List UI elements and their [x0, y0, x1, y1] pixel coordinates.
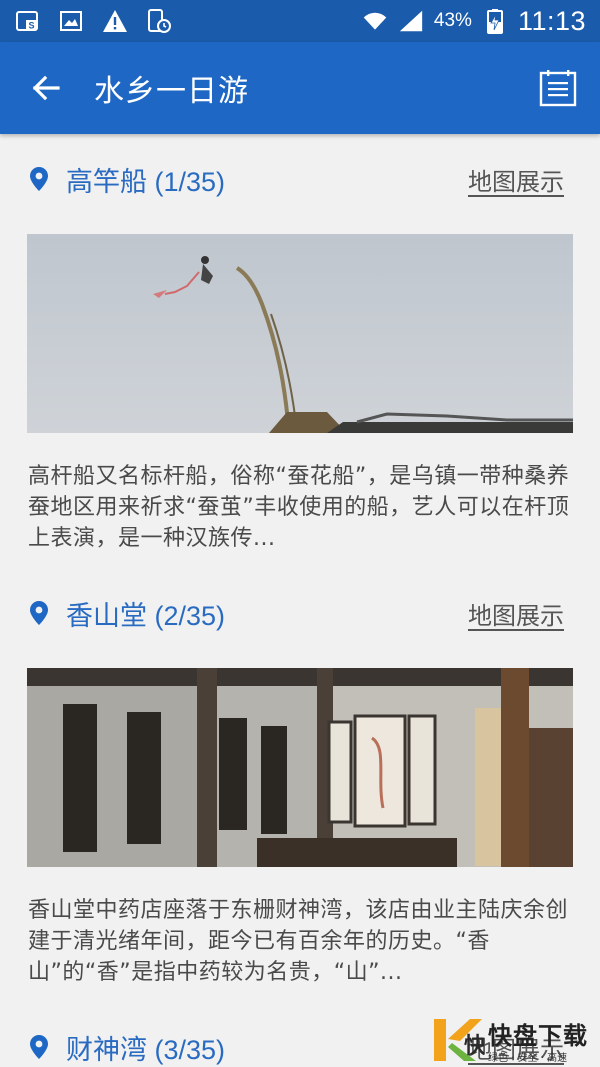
svg-text:快: 快 — [464, 1034, 484, 1059]
location-pin-icon — [30, 1034, 50, 1060]
location-pin-icon — [30, 600, 50, 626]
scenic-list[interactable]: 高竿船 (1/35) 地图展示 高杆船又名标杆船，俗称“蚕花船”，是乌镇一带种桑… — [0, 134, 600, 1067]
battery-percent: 43% — [433, 10, 472, 31]
pole-boat-image — [27, 234, 573, 433]
arrow-left-icon — [32, 75, 60, 101]
item-title: 香山堂 (2/35) — [66, 600, 226, 631]
back-button[interactable] — [18, 60, 74, 116]
logo-k-icon: 快 — [434, 1018, 484, 1061]
status-bar: S 43% 11:13 — [0, 0, 600, 42]
page-title: 水乡一日游 — [94, 74, 249, 109]
list-icon — [539, 70, 577, 107]
logo-text: 快盘下载 — [488, 1021, 588, 1050]
item-header: 高竿船 (1/35) 地图展示 — [0, 134, 600, 224]
watermark-logo: 快 快盘下载 绿色 · 安全 · 高速 — [430, 1012, 598, 1067]
item-title: 财神湾 (3/35) — [66, 1034, 226, 1065]
list-item[interactable]: 香山堂 (2/35) 地图展示 香山堂中药店座落于东栅财神湾，该店由业主陆庆余创… — [0, 568, 600, 988]
map-view-link[interactable]: 地图展示 — [468, 596, 564, 631]
item-header: 香山堂 (2/35) 地图展示 — [0, 568, 600, 658]
herbal-shop-image — [27, 668, 573, 867]
item-title: 高竿船 (1/35) — [66, 166, 226, 197]
item-description: 高杆船又名标杆船，俗称“蚕花船”，是乌镇一带种桑养蚕地区用来祈求“蚕茧”丰收使用… — [28, 464, 570, 551]
battery-charging-icon — [482, 8, 508, 34]
item-description: 香山堂中药店座落于东栅财神湾，该店由业主陆庆余创建于清光绪年间，距今已有百余年的… — [28, 898, 569, 985]
svg-text:S: S — [28, 21, 34, 31]
scenic-photo[interactable] — [27, 668, 573, 867]
signal-icon — [398, 8, 424, 34]
logo-slogan: 绿色 · 安全 · 高速 — [488, 1052, 568, 1064]
list-item[interactable]: 高竿船 (1/35) 地图展示 高杆船又名标杆船，俗称“蚕花船”，是乌镇一带种桑… — [0, 134, 600, 554]
map-view-link[interactable]: 地图展示 — [468, 162, 564, 197]
app-bar: 水乡一日游 — [0, 42, 600, 134]
list-button[interactable] — [534, 64, 582, 112]
phone-clock-icon — [146, 8, 172, 34]
clock: 11:13 — [517, 5, 586, 36]
scenic-photo[interactable] — [27, 234, 573, 433]
notification-s-icon: S — [14, 8, 40, 34]
image-icon — [58, 8, 84, 34]
warning-icon — [102, 8, 128, 34]
location-pin-icon — [30, 166, 50, 192]
wifi-icon — [362, 8, 388, 34]
